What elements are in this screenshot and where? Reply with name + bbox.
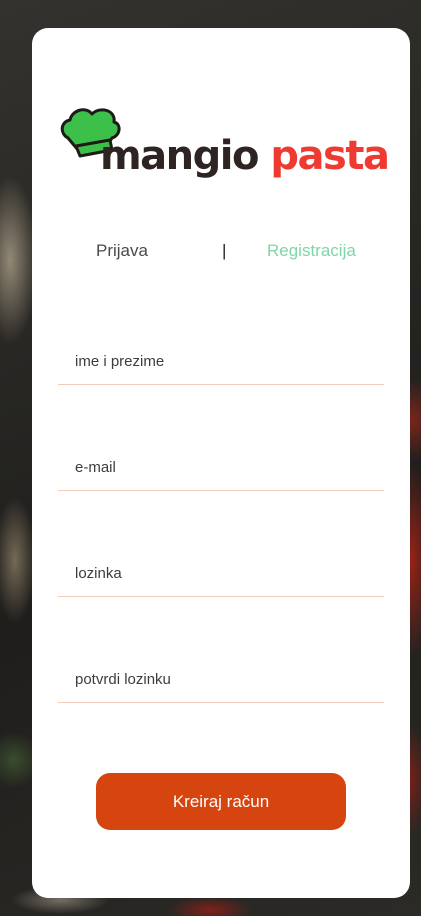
brand-word-mangio: mangio [100, 133, 259, 179]
brand-word-pasta: pasta [270, 133, 390, 179]
tab-login[interactable]: Prijava [96, 241, 148, 261]
confirm-password-input[interactable] [75, 666, 375, 692]
create-account-button[interactable]: Kreiraj račun [96, 773, 346, 830]
auth-tabs: Prijava | Registracija [32, 238, 410, 266]
email-input[interactable] [75, 454, 375, 480]
brand-name: mangio pasta [100, 132, 390, 180]
tab-separator: | [222, 241, 227, 260]
password-field [58, 552, 384, 597]
password-input[interactable] [75, 560, 375, 586]
tab-register[interactable]: Registracija [267, 241, 356, 261]
email-field [58, 446, 384, 491]
full-name-input[interactable] [75, 348, 375, 374]
confirm-password-field [58, 658, 384, 703]
full-name-field [58, 340, 384, 385]
brand-logo: mangio pasta [58, 104, 390, 188]
